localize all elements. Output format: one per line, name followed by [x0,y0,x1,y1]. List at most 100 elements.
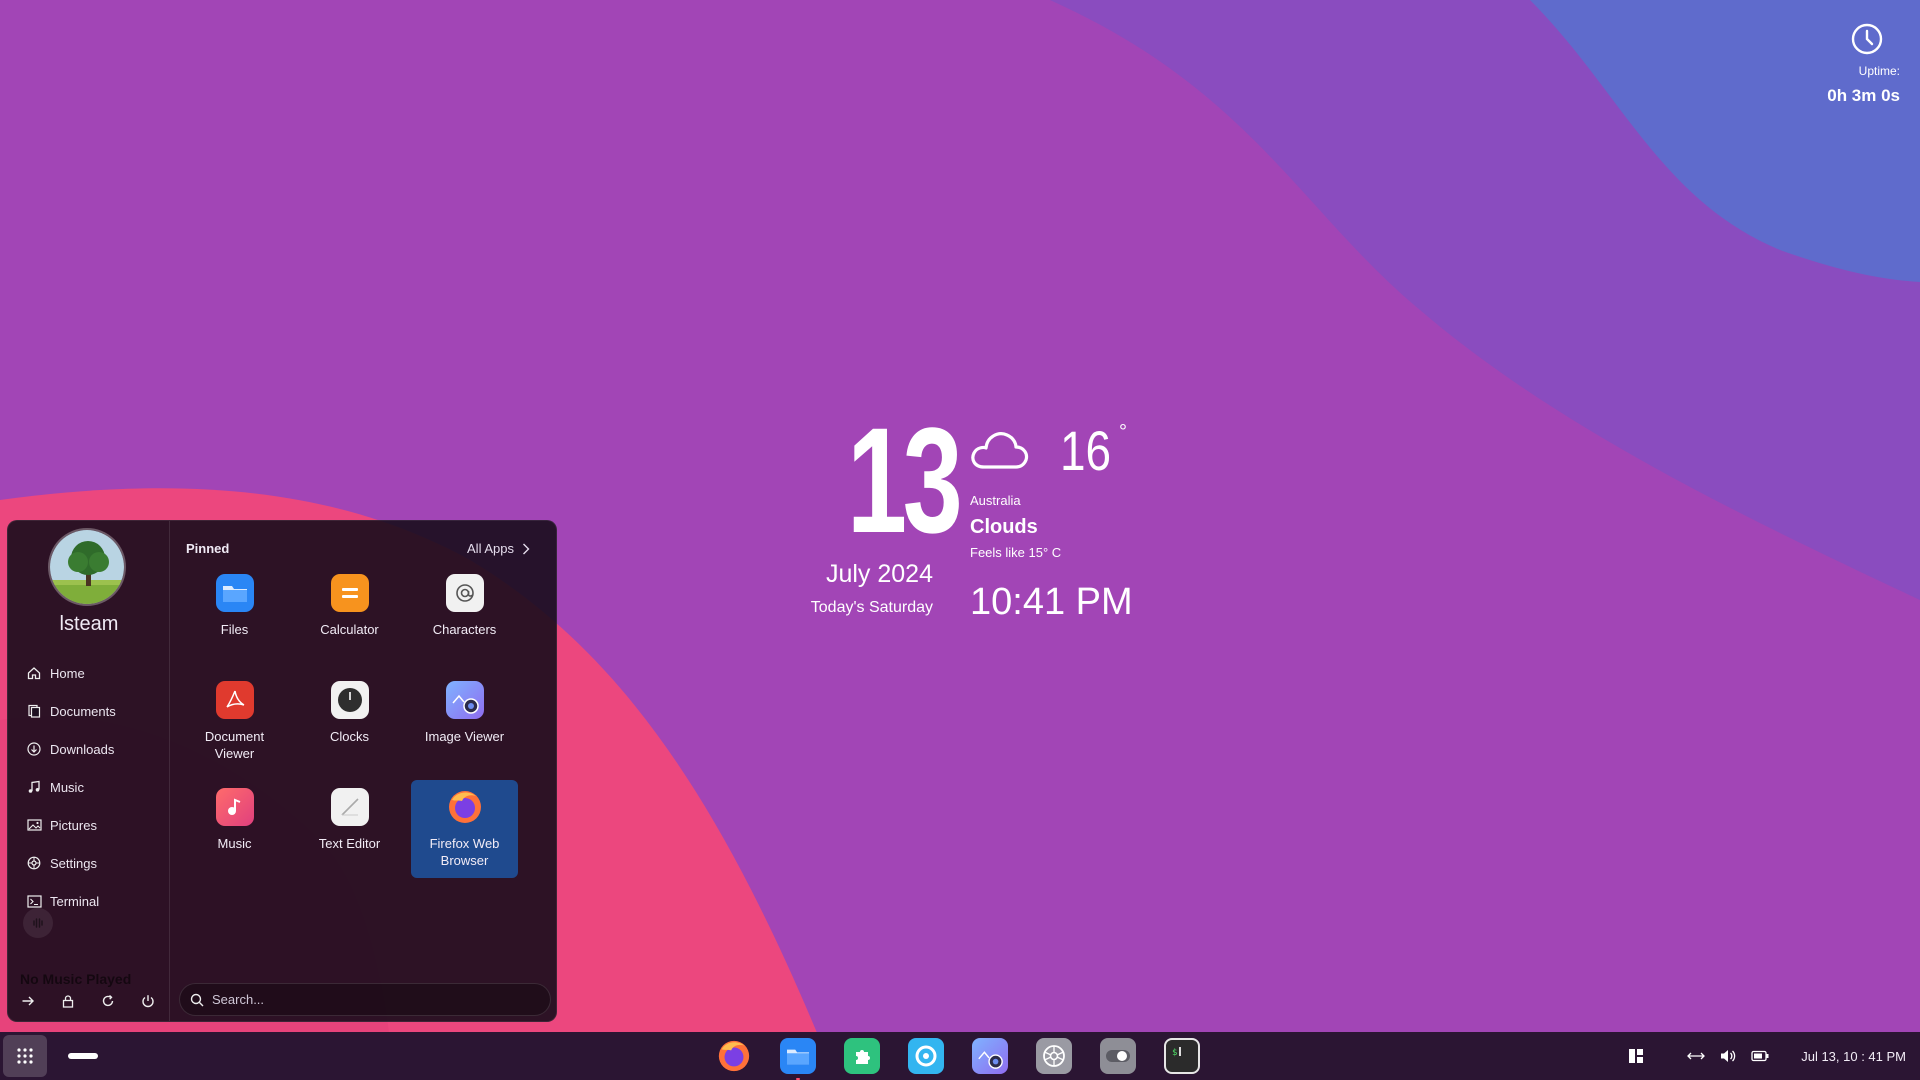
app-text-editor[interactable]: Text Editor [296,780,403,878]
app-label: Firefox Web Browser [429,836,500,868]
restart-button[interactable] [98,991,118,1011]
firefox-icon [718,1040,750,1072]
battery-icon [1751,1050,1769,1062]
sidebar-item-pictures[interactable]: Pictures [24,806,116,844]
power-button[interactable] [138,991,158,1011]
weather-condition: Clouds [970,516,1038,538]
app-label: Document Viewer [204,729,265,761]
workspace-indicator[interactable] [68,1053,98,1059]
toggle-icon [1106,1050,1130,1062]
date-weather-widget: 13 July 2024 Today's Saturday 16 ° Austr… [800,405,1160,635]
widget-time: 10:41 PM [970,581,1133,623]
dock-image-viewer[interactable] [972,1038,1008,1074]
layout-button[interactable] [1625,1045,1647,1067]
search-input[interactable] [212,992,512,1007]
sidebar-item-home[interactable]: Home [24,654,116,692]
sidebar-item-downloads[interactable]: Downloads [24,730,116,768]
taskbar: $ Jul 13, 10 : 41 PM [0,1032,1920,1080]
sidebar-item-label: Downloads [50,741,115,757]
extensions-icon [856,1050,870,1064]
documents-icon [24,703,44,719]
app-label: Calculator [320,622,379,637]
music-app-icon [215,788,254,826]
characters-icon [445,574,484,612]
location: Australia [970,493,1021,508]
uptime-widget: Uptime: 0h 3m 0s [1810,22,1900,106]
all-apps-label: All Apps [467,541,514,556]
power-icon [142,995,154,1008]
app-label: Text Editor [318,836,381,851]
pinned-apps-grid: Files Calculator Characters Document Vie… [181,566,518,887]
app-label: Characters [432,622,497,637]
layout-icon [1629,1049,1644,1063]
volume-icon [1721,1050,1736,1062]
app-files[interactable]: Files [181,566,288,664]
app-label: Image Viewer [424,729,505,744]
calculator-icon [330,574,369,612]
sidebar-item-label: Music [50,779,84,795]
dock-browser[interactable] [908,1038,944,1074]
system-tray: Jul 13, 10 : 41 PM [1615,1032,1906,1080]
dock-firefox[interactable] [716,1038,752,1074]
sidebar-item-label: Pictures [50,817,97,833]
image-viewer-icon [978,1051,1003,1069]
terminal-icon: $ [1172,1047,1181,1058]
month-year: July 2024 [825,560,933,588]
search-icon [190,993,204,1006]
search-bar[interactable] [179,983,551,1016]
network-arrows-icon [1687,1052,1706,1060]
uptime-label: Uptime: [1858,64,1900,78]
sidebar-item-label: Terminal [50,893,100,909]
dock-extensions[interactable] [844,1038,880,1074]
no-music-text: No Music Played [20,971,132,987]
files-icon [787,1049,809,1065]
app-firefox[interactable]: Firefox Web Browser [411,780,518,878]
dock-toggle[interactable] [1100,1038,1136,1074]
app-image-viewer[interactable]: Image Viewer [411,673,518,771]
app-label: Clocks [329,729,369,744]
lock-button[interactable] [58,991,78,1011]
power-actions [18,991,158,1011]
day-number: 13 [846,396,963,564]
app-music[interactable]: Music [181,780,288,878]
sidebar-item-documents[interactable]: Documents [24,692,116,730]
grid-icon [17,1048,33,1064]
sidebar-item-settings[interactable]: Settings [24,844,116,882]
terminal-icon [24,893,44,909]
feels-like: Feels like 15° C [970,545,1062,560]
logout-button[interactable] [18,991,38,1011]
app-document-viewer[interactable]: Document Viewer [181,673,288,771]
music-player-button[interactable] [23,908,53,938]
taskbar-clock[interactable]: Jul 13, 10 : 41 PM [1801,1049,1906,1064]
uptime-value: 0h 3m 0s [1827,86,1900,105]
app-clocks[interactable]: Clocks [296,673,403,771]
menu-main: Pinned All Apps Files Calculator Charact… [171,521,556,1021]
pictures-icon [24,817,44,833]
browser-c-icon [915,1045,937,1067]
clock-icon [1851,23,1883,55]
menu-sidebar: lsteam Home Documents Downloads Music Pi… [8,521,170,1021]
app-calculator[interactable]: Calculator [296,566,403,664]
all-apps-button[interactable]: All Apps [467,541,530,556]
avatar[interactable] [48,528,126,606]
network-button[interactable] [1685,1045,1707,1067]
app-label: Music [217,836,252,851]
dock: $ [716,1038,1200,1080]
start-menu: lsteam Home Documents Downloads Music Pi… [7,520,557,1022]
sidebar-item-music[interactable]: Music [24,768,116,806]
dock-settings[interactable] [1036,1038,1072,1074]
app-characters[interactable]: Characters [411,566,518,664]
app-launcher-button[interactable] [3,1035,47,1077]
home-icon [24,665,44,681]
logout-arrow-icon [22,996,34,1006]
dock-terminal[interactable]: $ [1164,1038,1200,1074]
clocks-icon [330,681,369,719]
dock-files[interactable] [780,1038,816,1080]
weekday-text: Today's Saturday [810,599,933,616]
battery-button[interactable] [1749,1045,1771,1067]
restart-icon [102,994,114,1007]
sidebar-list: Home Documents Downloads Music Pictures … [24,654,116,920]
volume-button[interactable] [1717,1045,1739,1067]
settings-icon [24,855,44,871]
firefox-icon [446,788,484,826]
